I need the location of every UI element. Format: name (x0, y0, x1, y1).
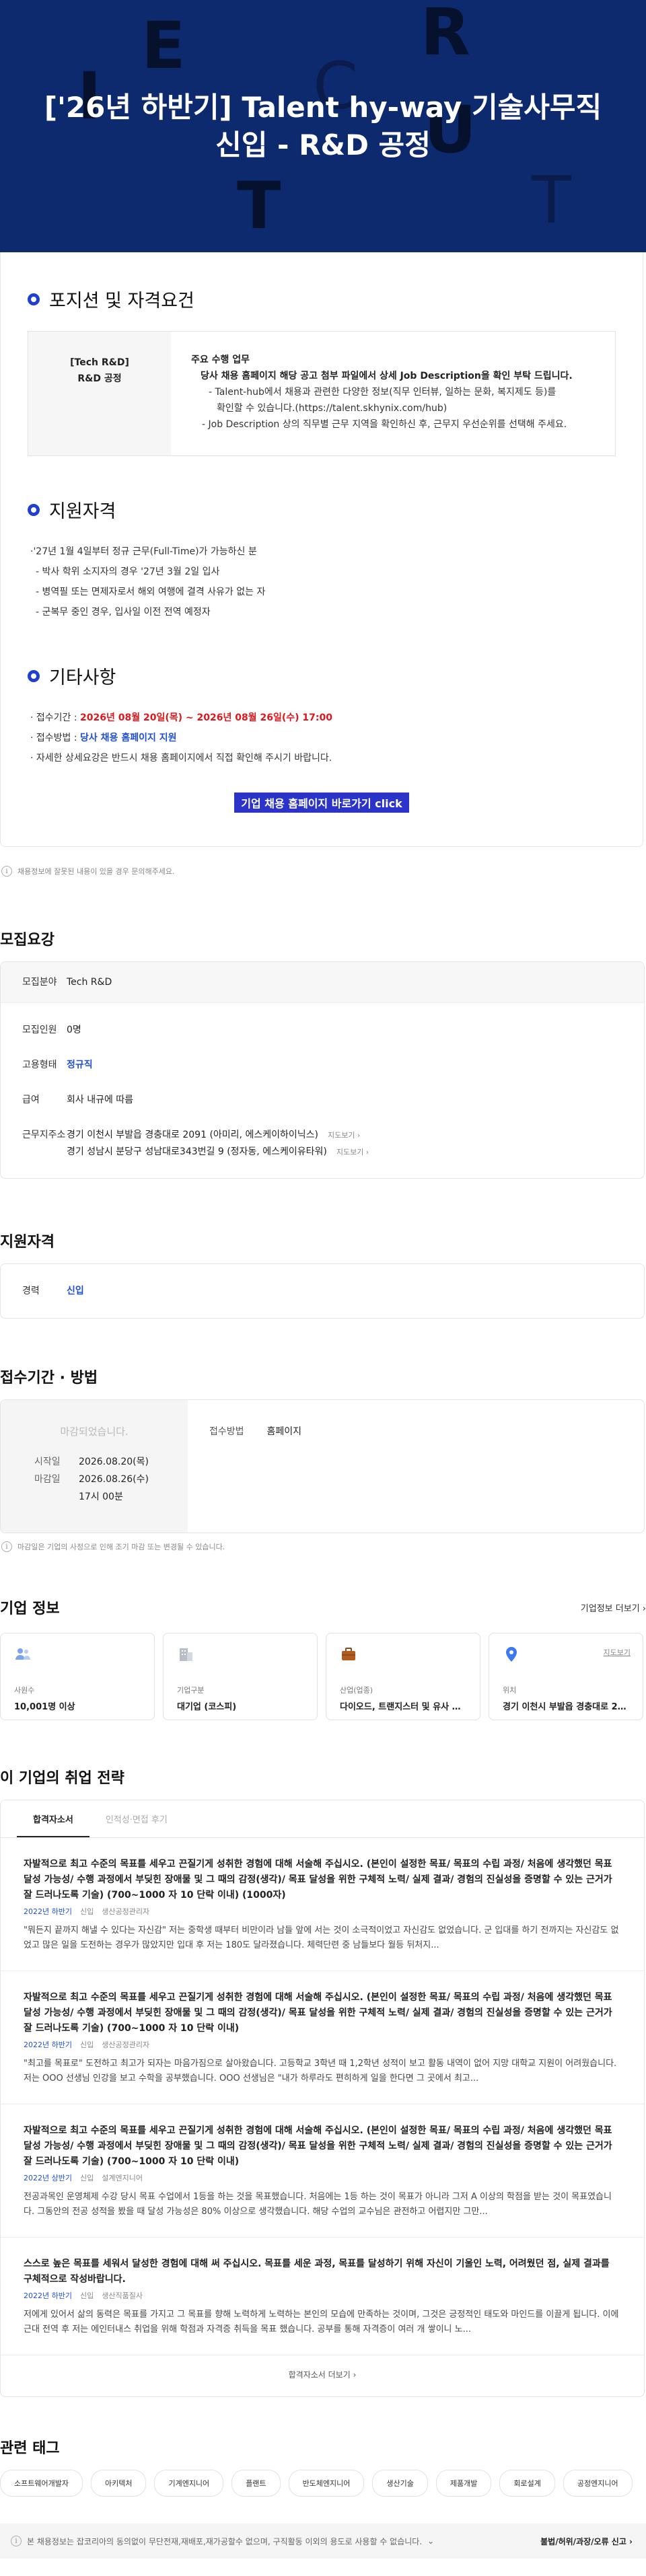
position-duties: 주요 수행 업무 당사 채용 홈페이지 해당 공고 첨부 파일에서 상세 Job… (191, 355, 573, 430)
strategy-title: 이 기업의 취업 전략 (0, 1770, 124, 1787)
requirement-title: 지원자격 (0, 1234, 55, 1251)
tag-item[interactable]: 플랜트 (231, 2470, 281, 2497)
address-row: 근무지주소 경기 이천시 부발읍 경충대로 2091 (아미리, 에스케이하이닉… (22, 1130, 369, 1157)
bullet-circle-icon (28, 293, 40, 305)
tag-list: 소프트웨어개발자 아키텍처 기계엔지니어 플랜트 반도체엔지니어 생산기술 제품… (0, 2470, 633, 2497)
report-notice: i 채용정보에 잘못된 내용이 있을 경우 문의해주세요. (0, 847, 646, 877)
tags-section: 관련 태그 소프트웨어개발자 아키텍처 기계엔지니어 플랜트 반도체엔지니어 생… (0, 2436, 646, 2497)
position-table: [Tech R&D] R&D 공정 주요 수행 업무 당사 채용 홈페이지 해당… (28, 331, 616, 456)
company-homepage-button[interactable]: 기업 채용 홈페이지 바로가기 click (234, 793, 409, 813)
deco-letter: E (141, 8, 186, 83)
strategy-section: 이 기업의 취업 전략 합격자소서 인적성·면접 후기 자발적으로 최고 수준의… (0, 1766, 646, 2397)
summary-row: 급여 회사 내규에 따름 (22, 1095, 134, 1105)
tag-item[interactable]: 공정엔지니어 (563, 2470, 633, 2497)
tag-item[interactable]: 아키텍처 (90, 2470, 147, 2497)
essay-item[interactable]: 자발적으로 최고 수준의 목표를 세우고 끈질기게 성취한 경험에 대해 서술해… (1, 2104, 644, 2238)
map-link[interactable]: 지도보기 › (328, 1131, 360, 1140)
deco-letter: R (421, 0, 470, 70)
strategy-box: 합격자소서 인적성·면접 후기 자발적으로 최고 수준의 목표를 세우고 끈질기… (0, 1800, 645, 2397)
employee-card: 사원수 10,001명 이상 (0, 1633, 155, 1720)
start-date: 2026.08.20(목) (79, 1457, 149, 1467)
application-period: 2026년 08월 20일(목) ~ 2026년 08월 26일(수) 17:0… (80, 712, 332, 723)
location-pin-icon (506, 1647, 517, 1662)
summary-row: 모집인원 0명 (22, 1025, 81, 1035)
building-icon (180, 1648, 192, 1661)
map-link[interactable]: 지도보기 › (336, 1148, 369, 1156)
end-time: 17시 00분 (79, 1492, 123, 1502)
summary-title: 모집요강 (0, 932, 55, 949)
briefcase-icon (342, 1648, 355, 1660)
position-heading: 포지션 및 자격요건 (28, 286, 616, 312)
essay-item[interactable]: 자발적으로 최고 수준의 목표를 세우고 끈질기게 성취한 경험에 대해 서술해… (1, 1838, 644, 1971)
apply-method: 홈페이지 (266, 1426, 302, 1437)
summary-row: 고용형태 정규직 (22, 1060, 93, 1070)
summary-row: 모집분야 Tech R&D (1, 962, 644, 1003)
job-description-card: 포지션 및 자격요건 [Tech R&D] R&D 공정 주요 수행 업무 당사… (0, 252, 643, 847)
essay-more-link[interactable]: 합격자소서 더보기 › (1, 2355, 644, 2396)
tag-item[interactable]: 소프트웨어개발자 (0, 2470, 83, 2497)
company-section: 기업 정보 기업정보 더보기 › 사원수 10,001명 이상 기업구분 대기업… (0, 1596, 646, 1720)
company-type-card: 기업구분 대기업 (코스피) (163, 1633, 318, 1720)
chevron-down-icon[interactable]: ⌄ (427, 2536, 434, 2546)
bullet-circle-icon (28, 503, 40, 516)
etc-list: · 접수기간 : 2026년 08월 20일(목) ~ 2026년 08월 26… (30, 712, 332, 764)
tag-item[interactable]: 기계엔지니어 (154, 2470, 224, 2497)
tags-title: 관련 태그 (0, 2440, 60, 2457)
position-name: [Tech R&D] R&D 공정 (28, 332, 171, 455)
people-icon (15, 1648, 30, 1660)
tag-item[interactable]: 생산기술 (372, 2470, 428, 2497)
info-icon: i (1, 866, 12, 877)
company-more-link[interactable]: 기업정보 더보기 › (581, 1601, 646, 1614)
tab-interview-review[interactable]: 인적성·면접 후기 (89, 1800, 184, 1837)
job-posting-page: E R C U I T T ['26년 하반기] Talent hy-way 기… (0, 0, 646, 2576)
essay-item[interactable]: 스스로 높은 목표를 세워서 달성한 경험에 대해 써 주십시오. 목표를 세운… (1, 2238, 644, 2355)
address-1: 경기 이천시 부발읍 경충대로 2091 (아미리, 에스케이하이닉스) (67, 1130, 318, 1140)
etc-heading: 기타사항 (28, 663, 616, 689)
requirement-section: 지원자격 경력 신입 (0, 1230, 646, 1319)
requirement-box: 경력 신입 (0, 1263, 645, 1319)
deadline-title: 접수기간 · 방법 (0, 1370, 98, 1387)
strategy-tabs: 합격자소서 인적성·면접 후기 (1, 1800, 644, 1838)
deadline-box: 마감되었습니다. 시작일 2026.08.20(목) 마감일 2026.08.26(… (0, 1399, 645, 1533)
info-icon: i (1, 1541, 12, 1552)
legal-footer: i 본 채용정보는 잡코리아의 동의없이 무단전재,재배포,재가공할수 없으며,… (0, 2524, 646, 2559)
end-date: 2026.08.26(수) (79, 1474, 149, 1485)
location-card: 지도보기 위치 경기 이천시 부발읍 경충대로 20... (489, 1633, 643, 1720)
company-cards: 사원수 10,001명 이상 기업구분 대기업 (코스피) 산업(업종) 다이오… (0, 1633, 646, 1720)
tag-item[interactable]: 제품개발 (435, 2470, 492, 2497)
essay-item[interactable]: 자발적으로 최고 수준의 목표를 세우고 끈질기게 성취한 경험에 대해 서술해… (1, 1971, 644, 2104)
deadline-notice: i 마감일은 기업의 사정으로 인해 조기 마감 또는 변경될 수 있습니다. (0, 1533, 646, 1552)
hero-title: ['26년 하반기] Talent hy-way 기술사무직 신입 - R&D … (44, 90, 602, 161)
deco-letter: T (532, 163, 571, 238)
tag-item[interactable]: 회로설계 (499, 2470, 555, 2497)
industry-card: 산업(업종) 다이오드, 트랜지스터 및 유사 반... (326, 1633, 480, 1720)
deco-letter: T (237, 168, 281, 244)
bullet-circle-icon (28, 669, 40, 682)
info-icon: i (11, 2536, 22, 2546)
deadline-section: 접수기간 · 방법 마감되었습니다. 시작일 2026.08.20(목) 마감일 2… (0, 1366, 646, 1552)
tab-cover-letter[interactable]: 합격자소서 (17, 1800, 89, 1837)
closed-status: 마감되었습니다. (60, 1426, 129, 1438)
company-title: 기업 정보 (0, 1600, 60, 1617)
qualification-list: ·'27년 1월 4일부터 정규 근무(Full-Time)가 가능하신 분 -… (30, 546, 266, 618)
map-link[interactable]: 지도보기 (604, 1647, 631, 1658)
summary-box: 모집분야 Tech R&D 모집인원 0명 고용형태 정규직 급여 회사 내규에… (0, 961, 645, 1179)
hero-banner: E R C U I T T ['26년 하반기] Talent hy-way 기… (0, 0, 646, 252)
address-2: 경기 성남시 분당구 성남대로343번길 9 (정자동, 에스케이유타워) (67, 1146, 327, 1157)
tag-item[interactable]: 반도체엔지니어 (288, 2470, 365, 2497)
report-link[interactable]: 불법/허위/과장/오류 신고 › (540, 2536, 633, 2547)
qualification-heading: 지원자격 (28, 496, 616, 523)
summary-section: 모집요강 모집분야 Tech R&D 모집인원 0명 고용형태 정규직 급여 회… (0, 928, 646, 1179)
application-method: 당사 채용 홈페이지 지원 (80, 733, 177, 743)
